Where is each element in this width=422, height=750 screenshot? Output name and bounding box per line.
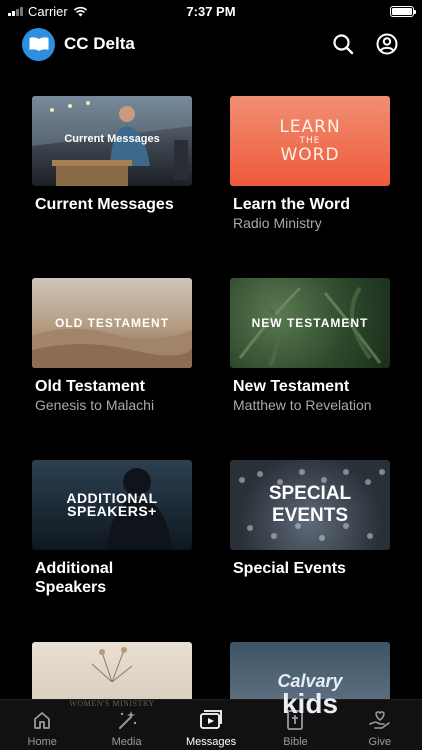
tab-label-media: Media — [111, 736, 142, 748]
app-header: CC Delta — [0, 24, 422, 64]
card-subtitle-learn-the-word: Radio Ministry — [233, 215, 322, 231]
messages-icon — [199, 708, 223, 732]
thumb-text-learn-the-word: LEARN THE WORD — [279, 116, 341, 165]
tab-label-messages: Messages — [185, 736, 237, 748]
book-logo-icon — [29, 37, 48, 51]
search-button[interactable] — [330, 31, 356, 57]
status-time: 7:37 PM — [186, 3, 236, 19]
learn-line1: LEARN — [279, 116, 341, 137]
card-title-special-events: Special Events — [233, 560, 346, 577]
carrier-label: Carrier — [28, 3, 68, 19]
thumb-text-additional-speakers: ADDITIONAL SPEAKERS+ — [66, 491, 157, 519]
account-button[interactable] — [374, 31, 400, 57]
card-title-old-testament: Old Testament — [35, 378, 145, 395]
card-title-learn-the-word: Learn the Word — [233, 196, 351, 213]
home-icon — [30, 708, 54, 732]
card-learn-the-word[interactable]: LEARN THE WORD Learn the Word Radio Mini… — [230, 96, 390, 231]
tab-label-home: Home — [27, 736, 57, 748]
tab-label-bible: Bible — [283, 736, 308, 748]
app-title: CC Delta — [64, 34, 135, 53]
account-icon — [376, 33, 398, 55]
thumbnail-additional-speakers[interactable]: ADDITIONAL SPEAKERS+ — [32, 460, 192, 550]
card-title-additional-speakers: Additional Speakers — [35, 559, 192, 597]
card-subtitle-new-testament: Matthew to Revelation — [233, 397, 372, 413]
card-special-events[interactable]: SPECIAL EVENTS Special Events — [230, 460, 390, 578]
tab-media[interactable]: Media — [84, 700, 168, 750]
thumbnail-new-testament[interactable]: NEW TESTAMENT — [230, 278, 390, 368]
card-new-testament[interactable]: NEW TESTAMENT New Testament Matthew to R… — [230, 278, 390, 413]
card-title-line2: Speakers — [35, 579, 107, 596]
thumb-text-special-events: SPECIAL EVENTS — [268, 483, 352, 526]
thumb-text-current-messages: Current Messages — [64, 132, 160, 145]
media-icon — [115, 708, 139, 732]
tab-give[interactable]: Give — [338, 700, 422, 750]
thumb-text-calvary-kids: Calvary kids — [277, 671, 342, 719]
thumb-text-old-testament: OLD TESTAMENT — [54, 316, 170, 330]
tab-home[interactable]: Home — [0, 700, 84, 750]
kids-line2: kids — [281, 688, 339, 719]
search-icon — [333, 34, 354, 55]
card-current-messages[interactable]: Current Messages Current Messages — [32, 96, 192, 214]
give-icon — [368, 708, 392, 732]
status-right — [274, 5, 416, 17]
card-subtitle-old-testament: Genesis to Malachi — [35, 397, 155, 413]
tab-label-give: Give — [368, 736, 392, 748]
learn-line3: WORD — [280, 144, 340, 165]
signal-icon — [8, 6, 23, 16]
thumb-text-womens-ministry: WOMEN'S MINISTRY — [69, 698, 155, 708]
thumbnail-special-events[interactable]: SPECIAL EVENTS — [230, 460, 390, 550]
thumbnail-old-testament[interactable]: OLD TESTAMENT — [32, 278, 192, 368]
thumb-text-new-testament: NEW TESTAMENT — [251, 316, 369, 330]
tab-bar: Home Media Messages Bible Give — [0, 699, 422, 750]
card-additional-speakers[interactable]: ADDITIONAL SPEAKERS+ Additional Speakers — [32, 460, 192, 597]
thumbnail-current-messages[interactable]: Current Messages — [32, 96, 192, 186]
wifi-icon — [73, 6, 87, 16]
app-logo — [22, 27, 55, 61]
status-bar: Carrier 7:37 PM — [0, 0, 422, 22]
tab-messages[interactable]: Messages — [169, 700, 253, 750]
card-title-new-testament: New Testament — [233, 378, 350, 395]
card-old-testament[interactable]: OLD TESTAMENT Old Testament Genesis to M… — [32, 278, 192, 413]
status-left: Carrier — [8, 4, 148, 19]
thumbnail-learn-the-word[interactable]: LEARN THE WORD — [230, 96, 390, 186]
battery-icon — [389, 5, 416, 17]
additional-line2: SPEAKERS+ — [67, 503, 157, 519]
card-title-current-messages: Current Messages — [35, 196, 174, 213]
card-title-line1: Additional — [35, 560, 114, 577]
